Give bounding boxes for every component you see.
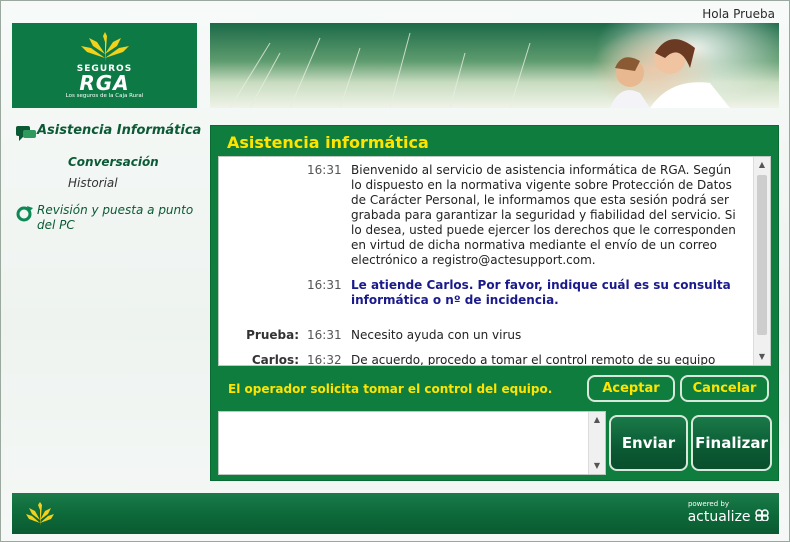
app-frame: Hola Prueba SEGUROS RGA Los seguros de l… (0, 0, 790, 542)
sidebar-item-conversacion[interactable]: Conversación (68, 155, 205, 169)
message-sender: Carlos: (251, 353, 299, 366)
message-time: 16:31 (307, 163, 342, 177)
message-text: Le atiende Carlos. Por favor, indique cu… (351, 278, 731, 307)
assistance-panel: Asistencia informática 16:31 Bienvenido … (210, 125, 779, 481)
user-greeting: Hola Prueba (702, 7, 775, 21)
accept-button[interactable]: Aceptar (587, 375, 675, 402)
message-sender (219, 163, 307, 268)
message-sender: Prueba: (246, 328, 299, 342)
header-banner-image (210, 23, 779, 108)
actualize-logo: actualize (688, 509, 769, 525)
rga-logo: SEGUROS RGA Los seguros de la Caja Rural (12, 23, 197, 108)
finish-button[interactable]: Finalizar (691, 415, 772, 471)
scroll-up-icon[interactable]: ▲ (754, 157, 770, 173)
send-button[interactable]: Enviar (609, 415, 688, 471)
banner-illustration (229, 32, 730, 108)
message-time: 16:31 (307, 278, 342, 292)
scroll-thumb[interactable] (757, 175, 767, 335)
scroll-up-icon[interactable]: ▲ (589, 412, 605, 428)
chat-scrollbar[interactable]: ▲ ▼ (753, 157, 770, 365)
panel-title: Asistencia informática (227, 133, 429, 152)
chat-bubble-icon (16, 126, 36, 141)
cancel-button[interactable]: Cancelar (680, 375, 769, 402)
sidebar-item-label: Revisión y puesta a punto del PC (37, 203, 194, 232)
chat-message: Carlos: 16:32 De acuerdo, procedo a toma… (219, 353, 753, 366)
message-sender (219, 278, 307, 308)
chat-message: 16:31 Bienvenido al servicio de asistenc… (219, 163, 753, 268)
scroll-down-icon[interactable]: ▼ (589, 458, 605, 474)
wheat-icon (26, 502, 54, 526)
sidebar-item-revision[interactable]: Revisión y puesta a punto del PC (15, 203, 205, 233)
message-time: 16:32 (307, 353, 342, 366)
cloverleaf-icon (755, 509, 769, 522)
chat-log[interactable]: 16:31 Bienvenido al servicio de asistenc… (218, 156, 771, 366)
sidebar-item-asistencia[interactable]: Asistencia Informática (15, 123, 205, 142)
logo-tagline: Los seguros de la Caja Rural (65, 93, 144, 99)
logo-main: RGA (79, 71, 130, 95)
sidebar-item-label: Asistencia Informática (37, 123, 202, 138)
chat-message: Prueba: 16:31 Necesito ayuda con un viru… (219, 328, 753, 343)
control-request-notice: El operador solicita tomar el control de… (228, 382, 553, 396)
sidebar-item-historial[interactable]: Historial (68, 176, 205, 190)
footer-bar: powered by actualize (12, 493, 779, 534)
sidebar: Asistencia Informática Conversación Hist… (15, 123, 205, 233)
brand-name: actualize (687, 509, 751, 525)
message-input[interactable]: ▲ ▼ (218, 411, 606, 475)
message-time: 16:31 (307, 328, 342, 342)
message-text: Bienvenido al servicio de asistencia inf… (351, 163, 736, 267)
powered-by-label: powered by (687, 500, 729, 508)
scroll-down-icon[interactable]: ▼ (754, 349, 770, 365)
chat-message: 16:31 Le atiende Carlos. Por favor, indi… (219, 278, 753, 308)
message-text: Necesito ayuda con un virus (351, 328, 522, 342)
refresh-icon (16, 206, 33, 222)
message-text: De acuerdo, procedo a tomar el control r… (351, 353, 716, 366)
wheat-icon (80, 32, 129, 62)
input-scrollbar[interactable]: ▲ ▼ (588, 412, 605, 474)
chat-messages: 16:31 Bienvenido al servicio de asistenc… (219, 163, 753, 366)
